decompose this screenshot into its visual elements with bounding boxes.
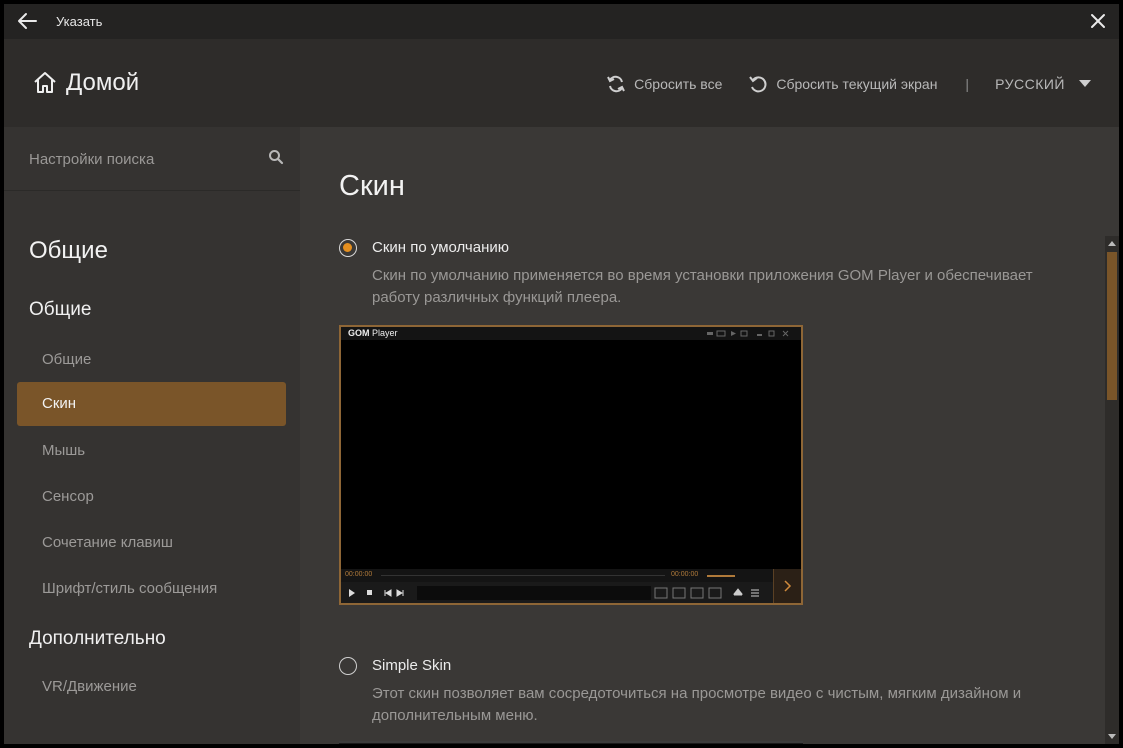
chevron-right-icon: [784, 580, 792, 592]
option-description-default: Скин по умолчанию применяется во время у…: [372, 267, 1033, 306]
preview-logo: GOM Player: [348, 328, 398, 338]
reset-all-label: Сбросить все: [634, 76, 723, 92]
scrollbar-thumb[interactable]: [1107, 252, 1117, 400]
reset-current-label: Сбросить текущий экран: [776, 76, 938, 92]
page-title: Скин: [339, 170, 405, 202]
scroll-up-icon[interactable]: [1108, 240, 1116, 248]
main-content: Скин Скин по умолчанию Скин по умолчанию…: [300, 127, 1119, 744]
window-title: Указать: [56, 14, 103, 29]
sidebar-item-vr-motion[interactable]: VR/Движение: [17, 665, 286, 709]
sidebar-item-general[interactable]: Общие: [17, 338, 286, 382]
header-separator: |: [965, 76, 970, 92]
home-button[interactable]: Домой: [32, 69, 139, 97]
section-title-general: Общие: [29, 237, 108, 264]
skin-preview-simple[interactable]: [339, 741, 803, 744]
back-button[interactable]: [16, 11, 40, 31]
option-description-simple: Этот скин позволяет вам сосредоточиться …: [372, 685, 1022, 724]
settings-search[interactable]: Настройки поиска: [4, 127, 300, 191]
preview-controls: [341, 583, 773, 603]
group-title-general: Общие: [29, 299, 92, 320]
preview-expand-button: [773, 569, 801, 603]
sidebar: Настройки поиска Общие Общие Общие Скин …: [4, 127, 300, 744]
refresh-icon: [607, 75, 626, 93]
sidebar-item-touch[interactable]: Сенсор: [17, 475, 286, 519]
undo-icon: [749, 76, 767, 93]
option-label-simple[interactable]: Simple Skin: [372, 657, 451, 674]
option-label-default[interactable]: Скин по умолчанию: [372, 239, 509, 256]
search-icon[interactable]: [268, 149, 284, 170]
title-bar: Указать: [4, 4, 1119, 39]
home-icon: [34, 72, 56, 93]
preview-controlbar: 00:00:00 00:00:00: [341, 569, 801, 603]
group-title-advanced: Дополнительно: [29, 628, 166, 649]
sidebar-item-font-style[interactable]: Шрифт/стиль сообщения: [17, 567, 286, 611]
sidebar-item-skin[interactable]: Скин: [17, 382, 286, 426]
skin-preview-default[interactable]: GOM Player 00:00:00 00:00:00: [339, 325, 803, 605]
close-icon: [1091, 14, 1105, 28]
sidebar-item-mouse[interactable]: Мышь: [17, 429, 286, 473]
reset-all-button[interactable]: Сбросить все: [606, 74, 722, 94]
search-input[interactable]: Настройки поиска: [29, 151, 154, 168]
language-label: РУССКИЙ: [995, 76, 1065, 92]
content-scrollbar[interactable]: [1105, 236, 1119, 744]
radio-simple-skin[interactable]: [339, 657, 357, 675]
reset-current-button[interactable]: Сбросить текущий экран: [748, 74, 937, 94]
preview-titlebar: GOM Player: [341, 327, 801, 340]
arrow-left-icon: [18, 13, 37, 29]
home-label: Домой: [66, 69, 140, 96]
header-actions: Сбросить все Сбросить текущий экран | РУ…: [606, 74, 1091, 94]
preview-progress: 00:00:00 00:00:00: [341, 569, 773, 582]
language-select[interactable]: РУССКИЙ: [995, 76, 1091, 92]
preview-window-controls-icon: [707, 330, 789, 337]
settings-window: Указать Домой Сбросить все Сбросить теку…: [4, 4, 1119, 744]
caret-down-icon: [1079, 80, 1091, 87]
scroll-down-icon[interactable]: [1108, 732, 1116, 740]
radio-default-skin[interactable]: [339, 239, 357, 257]
close-button[interactable]: [1087, 10, 1109, 32]
header-bar: Домой Сбросить все Сбросить текущий экра…: [4, 39, 1119, 127]
sidebar-item-hotkeys[interactable]: Сочетание клавиш: [17, 521, 286, 565]
